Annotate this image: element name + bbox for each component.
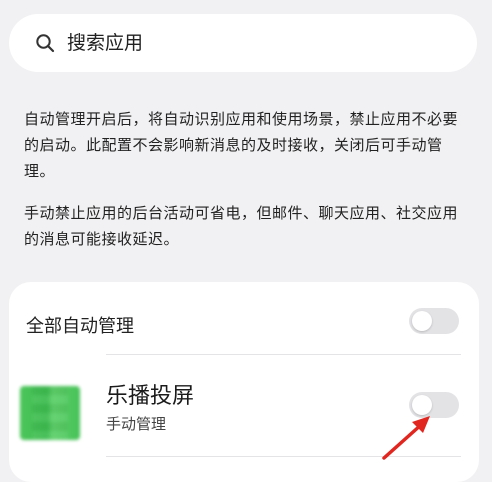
search-icon [36, 34, 55, 53]
divider [106, 354, 461, 355]
search-input[interactable] [67, 28, 447, 58]
app-name: 乐播投屏 [106, 384, 195, 409]
all-auto-manage-label: 全部自动管理 [26, 316, 134, 337]
manual-manage-description: 手动禁止应用的后台活动可省电，但邮件、聊天应用、社交应用的消息可能接收延迟。 [24, 204, 459, 248]
annotation-arrow-icon [382, 416, 430, 460]
app-icon-blurred [20, 386, 80, 440]
toggle-knob [412, 311, 432, 331]
all-auto-manage-toggle[interactable] [409, 308, 459, 334]
auto-manage-description: 自动管理开启后，将自动识别应用和使用场景，禁止应用不必要的启动。此配置不会影响新… [24, 110, 459, 180]
app-manage-status: 手动管理 [106, 415, 167, 433]
search-bar[interactable] [9, 14, 477, 72]
